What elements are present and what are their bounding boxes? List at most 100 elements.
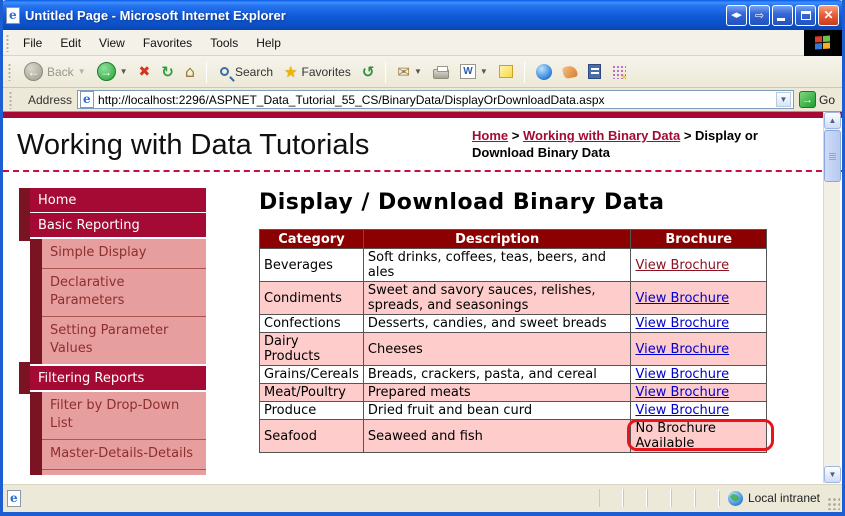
toolbar-grip[interactable] <box>9 91 12 109</box>
scrollbar-thumb[interactable] <box>824 130 841 182</box>
toolbar-grip[interactable] <box>8 63 11 81</box>
discuss-button[interactable] <box>496 63 516 80</box>
go-button[interactable]: → Go <box>799 91 839 108</box>
address-dropdown-button[interactable]: ▼ <box>776 92 791 107</box>
category-cell: Seafood <box>260 420 364 453</box>
column-header-category: Category <box>260 230 364 249</box>
status-page-icon <box>7 490 21 507</box>
status-bar: Local intranet <box>3 483 842 512</box>
split-view-button[interactable]: ◀▶ <box>726 5 747 26</box>
favorites-label: Favorites <box>301 65 350 79</box>
no-brochure-text: No Brochure Available <box>635 421 715 451</box>
sidebar-item-filtering-reports[interactable]: Filtering Reports <box>30 366 206 390</box>
history-button[interactable]: ↺ <box>359 61 378 83</box>
scroll-down-button[interactable]: ▼ <box>824 466 841 483</box>
sidebar-item-home[interactable]: Home <box>30 188 206 212</box>
favorites-button[interactable]: ★ Favorites <box>281 61 354 83</box>
table-row: Condiments Sweet and savory sauces, reli… <box>260 282 767 315</box>
history-icon: ↺ <box>362 63 375 81</box>
menu-tools[interactable]: Tools <box>201 32 247 54</box>
menu-view[interactable]: View <box>90 32 134 54</box>
sidebar-item-master-details-details[interactable]: Master-Details-Details <box>42 439 206 469</box>
edit-with-word-button[interactable]: W ▼ <box>457 62 491 81</box>
description-cell: Cheeses <box>363 333 631 366</box>
windows-logo <box>804 30 842 56</box>
table-row: Grains/Cereals Breads, crackers, pasta, … <box>260 366 767 384</box>
sticky-note-icon <box>499 65 513 78</box>
toolbar-grip[interactable] <box>6 34 9 52</box>
sidebar-item-simple-display[interactable]: Simple Display <box>42 239 206 268</box>
edit-dropdown-icon: ▼ <box>480 67 488 76</box>
menu-file[interactable]: File <box>14 32 51 54</box>
journal-button[interactable] <box>585 62 604 81</box>
view-brochure-link[interactable]: View Brochure <box>635 403 729 418</box>
messenger-button[interactable] <box>533 62 555 82</box>
go-label: Go <box>819 93 835 107</box>
home-button[interactable]: ⌂ <box>182 60 198 83</box>
category-cell: Grains/Cereals <box>260 366 364 384</box>
search-icon <box>220 67 229 76</box>
notebook-search-icon <box>588 64 601 79</box>
back-button[interactable]: ← Back ▼ <box>21 60 89 83</box>
title-bar[interactable]: Untitled Page - Microsoft Internet Explo… <box>0 0 845 30</box>
sidebar-item-declarative-parameters[interactable]: Declarative Parameters <box>42 268 206 316</box>
forward-button[interactable]: → ▼ <box>94 60 131 83</box>
table-row: Produce Dried fruit and bean curd View B… <box>260 402 767 420</box>
description-cell: Breads, crackers, pasta, and cereal <box>363 366 631 384</box>
mail-button[interactable]: ✉ ▼ <box>394 61 425 83</box>
window-title: Untitled Page - Microsoft Internet Explo… <box>25 8 726 23</box>
refresh-icon: ↻ <box>161 63 174 81</box>
breadcrumb-binary-data-link[interactable]: Working with Binary Data <box>523 128 680 143</box>
search-button[interactable]: Search <box>215 63 276 81</box>
description-cell: Prepared meats <box>363 384 631 402</box>
view-brochure-link[interactable]: View Brochure <box>635 291 729 306</box>
menu-favorites[interactable]: Favorites <box>134 32 201 54</box>
menu-bar: File Edit View Favorites Tools Help <box>3 30 842 56</box>
window-bottom-border <box>0 512 845 516</box>
mail-dropdown-icon: ▼ <box>414 67 422 76</box>
sidebar-item-filter-by-dropdown-list[interactable]: Filter by Drop-Down List <box>42 392 206 439</box>
menu-help[interactable]: Help <box>247 32 290 54</box>
research-button[interactable] <box>560 64 580 80</box>
sidebar-subgroup: Simple Display Declarative Parameters Se… <box>30 239 206 364</box>
sidebar-item-truncated <box>42 469 206 475</box>
category-cell: Dairy Products <box>260 333 364 366</box>
sidebar-item-basic-reporting[interactable]: Basic Reporting <box>30 213 206 237</box>
close-button[interactable]: ✕ <box>818 5 839 26</box>
sidebar-nav: Home Basic Reporting Simple Display Decl… <box>19 188 206 483</box>
minimize-button[interactable] <box>772 5 793 26</box>
page-top-band <box>3 112 842 118</box>
sidebar-item-setting-parameter-values[interactable]: Setting Parameter Values <box>42 316 206 364</box>
vertical-scrollbar[interactable]: ▲ ▼ <box>823 112 840 483</box>
addons-button[interactable] <box>609 63 629 81</box>
description-cell: Dried fruit and bean curd <box>363 402 631 420</box>
menu-edit[interactable]: Edit <box>51 32 90 54</box>
view-brochure-link[interactable]: View Brochure <box>635 342 729 357</box>
table-row: Confections Desserts, candies, and sweet… <box>260 315 767 333</box>
stop-button[interactable]: ✖ <box>136 62 154 82</box>
refresh-button[interactable]: ↻ <box>158 61 177 83</box>
address-input[interactable]: http://localhost:2296/ASPNET_Data_Tutori… <box>77 90 794 109</box>
breadcrumb-home-link[interactable]: Home <box>472 128 508 143</box>
word-icon: W <box>460 64 476 79</box>
scroll-up-button[interactable]: ▲ <box>824 112 841 129</box>
popout-button[interactable]: ⇨ <box>749 5 770 26</box>
view-brochure-link[interactable]: View Brochure <box>635 367 729 382</box>
maximize-button[interactable] <box>795 5 816 26</box>
back-label: Back <box>47 65 74 79</box>
table-row-seafood: Seafood Seaweed and fish No Brochure Ava… <box>260 420 767 453</box>
home-icon: ⌂ <box>185 62 195 81</box>
stop-icon: ✖ <box>139 64 151 80</box>
view-brochure-link[interactable]: View Brochure <box>635 258 729 273</box>
address-url: http://localhost:2296/ASPNET_Data_Tutori… <box>98 93 772 107</box>
orange-addon-icon <box>562 64 578 79</box>
address-bar: Address http://localhost:2296/ASPNET_Dat… <box>3 88 842 112</box>
browser-window: Untitled Page - Microsoft Internet Explo… <box>0 0 845 516</box>
table-row: Meat/Poultry Prepared meats View Brochur… <box>260 384 767 402</box>
view-brochure-link[interactable]: View Brochure <box>635 385 729 400</box>
view-brochure-link[interactable]: View Brochure <box>635 316 729 331</box>
print-button[interactable] <box>430 63 452 81</box>
categories-table: Category Description Brochure Beverages … <box>259 229 767 453</box>
description-cell: Desserts, candies, and sweet breads <box>363 315 631 333</box>
resize-grip[interactable] <box>827 497 840 510</box>
